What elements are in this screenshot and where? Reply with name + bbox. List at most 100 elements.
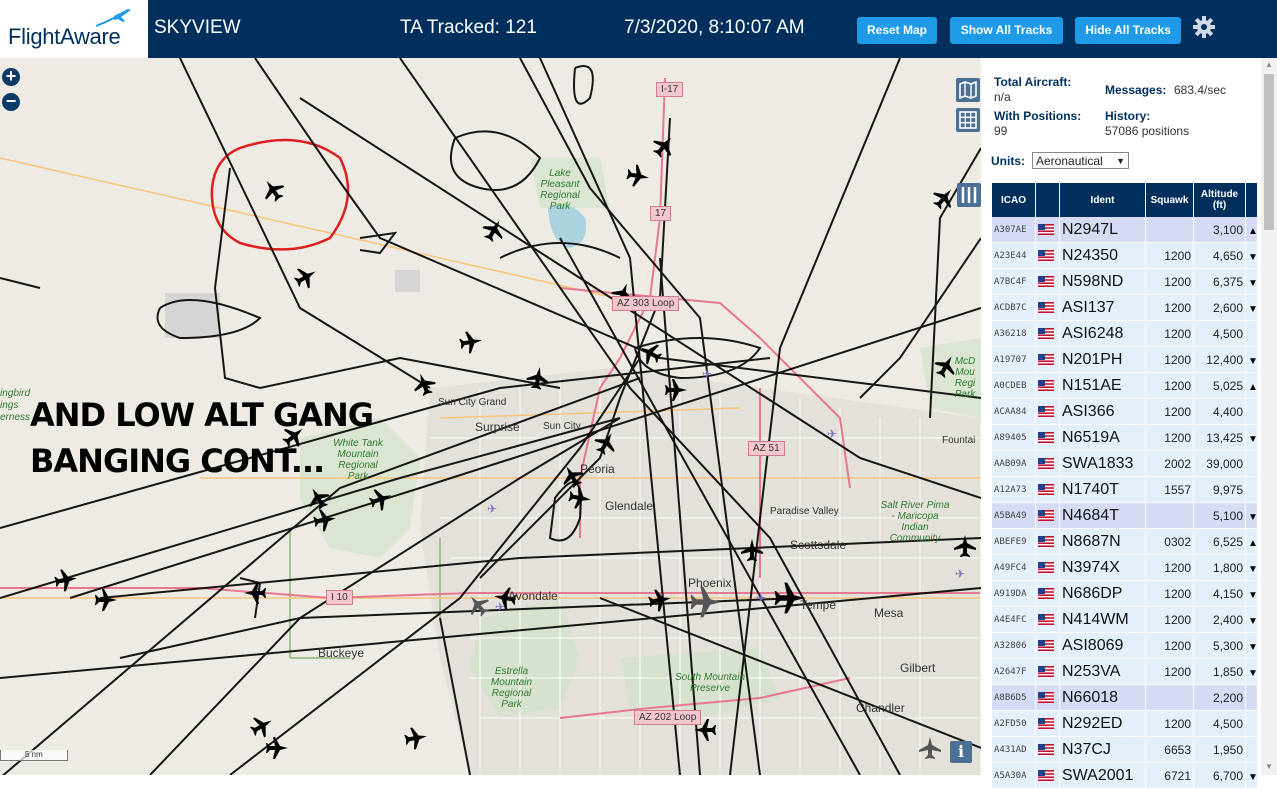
- squawk-cell: 1200: [1146, 607, 1194, 633]
- aircraft-row[interactable]: A7BC4F N598ND 1200 6,375 ▼: [992, 269, 1258, 295]
- panel-scrollbar[interactable]: ▲ ▼: [1261, 58, 1277, 775]
- aircraft-row[interactable]: ACAA84 ASI366 1200 4,400: [992, 399, 1258, 425]
- trend-cell: ▼: [1246, 243, 1258, 269]
- aircraft-row[interactable]: A431AD N37CJ 6653 1,950: [992, 737, 1258, 763]
- aircraft-table: ICAO Ident Squawk Altitude (ft) A307AE N2…: [992, 183, 1258, 789]
- flag-cell: [1036, 607, 1060, 633]
- aircraft-row[interactable]: A89405 N6519A 1200 13,425 ▼: [992, 425, 1258, 451]
- flag-cell: [1036, 373, 1060, 399]
- aircraft-row[interactable]: ACDB7C ASI137 1200 2,600 ▼: [992, 295, 1258, 321]
- trend-cell: ▼: [1246, 607, 1258, 633]
- column-header-icao[interactable]: ICAO: [992, 183, 1036, 217]
- icao-cell: A36218: [992, 321, 1036, 347]
- hide-all-tracks-button[interactable]: Hide All Tracks: [1075, 17, 1181, 44]
- current-datetime: 7/3/2020, 8:10:07 AM: [624, 17, 805, 38]
- squawk-cell: 1200: [1146, 399, 1194, 425]
- units-label: Units:: [991, 154, 1025, 168]
- altitude-trend-icon: ▼: [1248, 277, 1258, 289]
- reset-map-button[interactable]: Reset Map: [857, 17, 937, 44]
- flag-cell: [1036, 633, 1060, 659]
- scroll-up-icon[interactable]: ▲: [1265, 60, 1273, 69]
- svg-text:✈: ✈: [702, 367, 712, 381]
- altitude-cell: 39,000: [1194, 451, 1246, 477]
- ident-cell: N24350: [1060, 243, 1146, 269]
- column-header-flag[interactable]: [1036, 183, 1060, 217]
- aircraft-row[interactable]: A32806 ASI8069 1200 5,300 ▼: [992, 633, 1258, 659]
- ident-cell: N292ED: [1060, 711, 1146, 737]
- ident-cell: N4684T: [1060, 503, 1146, 529]
- squawk-cell: 1200: [1146, 243, 1194, 269]
- aircraft-row[interactable]: A0CDEB N151AE 1200 5,025 ▲: [992, 373, 1258, 399]
- aircraft-row[interactable]: A2647F N253VA 1200 1,850 ▼: [992, 659, 1258, 685]
- place-label: Gilbert: [900, 661, 936, 675]
- svg-text:✈: ✈: [495, 600, 505, 614]
- aircraft-row[interactable]: A307AE N2947L 3,100 ▲: [992, 217, 1258, 243]
- column-header-squawk[interactable]: Squawk: [1146, 183, 1194, 217]
- svg-text:✈: ✈: [487, 502, 497, 516]
- aircraft-row[interactable]: A4E4FC N414WM 1200 2,400 ▼: [992, 607, 1258, 633]
- ident-cell: N201PH: [1060, 347, 1146, 373]
- column-toggle-button[interactable]: [957, 183, 981, 207]
- squawk-cell: 1200: [1146, 295, 1194, 321]
- road-shield: I 10: [326, 590, 353, 605]
- altitude-trend-icon: ▼: [1248, 641, 1258, 653]
- aircraft-row[interactable]: AAB09A SWA1833 2002 39,000: [992, 451, 1258, 477]
- aircraft-row[interactable]: A5A30A SWA2001 6721 6,700 ▼: [992, 763, 1258, 789]
- icao-cell: A89405: [992, 425, 1036, 451]
- ident-cell: N6519A: [1060, 425, 1146, 451]
- aircraft-row[interactable]: A5BA49 N4684T 5,100 ▼: [992, 503, 1258, 529]
- icao-cell: A8B6D5: [992, 685, 1036, 711]
- scroll-down-icon[interactable]: ▼: [1265, 762, 1273, 771]
- info-button[interactable]: i: [950, 741, 972, 763]
- aircraft-row[interactable]: ABEFE9 N8687N 0302 6,525 ▲: [992, 529, 1258, 555]
- altitude-cell: 4,650: [1194, 243, 1246, 269]
- aircraft-row[interactable]: A919DA N686DP 1200 4,150 ▼: [992, 581, 1258, 607]
- map-layers-button[interactable]: [956, 78, 980, 102]
- aircraft-row[interactable]: A19707 N201PH 1200 12,400 ▼: [992, 347, 1258, 373]
- place-label: Scottsdale: [790, 538, 847, 552]
- aircraft-row[interactable]: A36218 ASI6248 1200 4,500: [992, 321, 1258, 347]
- messages-value: 683.4/sec: [1174, 83, 1227, 97]
- icao-cell: A5BA49: [992, 503, 1036, 529]
- scrollbar-thumb[interactable]: [1264, 74, 1274, 230]
- aircraft-row[interactable]: A23E44 N24350 1200 4,650 ▼: [992, 243, 1258, 269]
- us-flag-icon: [1038, 327, 1054, 339]
- icao-cell: A2FD50: [992, 711, 1036, 737]
- altitude-trend-icon: ▼: [1248, 667, 1258, 679]
- ident-cell: N1740T: [1060, 477, 1146, 503]
- grid-toggle-button[interactable]: [956, 108, 980, 132]
- map-view[interactable]: ✈ ✈ ✈ ✈ ✈ ✈ Sun City Grand Surprise Sun City…: [0, 58, 981, 775]
- ident-cell: N3974X: [1060, 555, 1146, 581]
- aircraft-row[interactable]: A8B6D5 N66018 2,200: [992, 685, 1258, 711]
- messages-label: Messages:: [1105, 83, 1167, 97]
- squawk-cell: 1557: [1146, 477, 1194, 503]
- top-bar: FlightAware SKYVIEW TA Tracked: 121 7/3/…: [0, 0, 1277, 58]
- us-flag-icon: [1038, 457, 1054, 469]
- total-aircraft-value: n/a: [994, 90, 1011, 104]
- column-header-ident[interactable]: Ident: [1060, 183, 1146, 217]
- us-flag-icon: [1038, 223, 1054, 235]
- annotation-line: BANGING CONT...: [30, 442, 325, 480]
- place-label: Chandler: [856, 701, 905, 715]
- icao-cell: ACAA84: [992, 399, 1036, 425]
- show-all-tracks-button[interactable]: Show All Tracks: [950, 17, 1063, 44]
- settings-gear-icon[interactable]: [1192, 15, 1216, 39]
- trend-cell: [1246, 451, 1258, 477]
- aircraft-row[interactable]: A49FC4 N3974X 1200 1,800 ▼: [992, 555, 1258, 581]
- ident-cell: N598ND: [1060, 269, 1146, 295]
- with-positions-label: With Positions:: [994, 109, 1082, 123]
- flightaware-logo[interactable]: FlightAware: [0, 0, 148, 58]
- altitude-trend-icon: ▼: [1248, 589, 1258, 601]
- units-select[interactable]: Aeronautical ▼: [1032, 152, 1129, 169]
- column-header-altitude[interactable]: Altitude (ft): [1194, 183, 1246, 217]
- flag-cell: [1036, 243, 1060, 269]
- altitude-trend-icon: ▼: [1248, 771, 1258, 783]
- column-header-extra[interactable]: [1246, 183, 1258, 217]
- flag-cell: [1036, 529, 1060, 555]
- aircraft-row[interactable]: A12A73 N1740T 1557 9,975: [992, 477, 1258, 503]
- zoom-out-button[interactable]: −: [2, 92, 20, 111]
- history-value: 57086 positions: [1105, 124, 1190, 138]
- aircraft-row[interactable]: A2FD50 N292ED 1200 4,500: [992, 711, 1258, 737]
- zoom-in-button[interactable]: +: [2, 67, 20, 86]
- trend-cell: ▼: [1246, 581, 1258, 607]
